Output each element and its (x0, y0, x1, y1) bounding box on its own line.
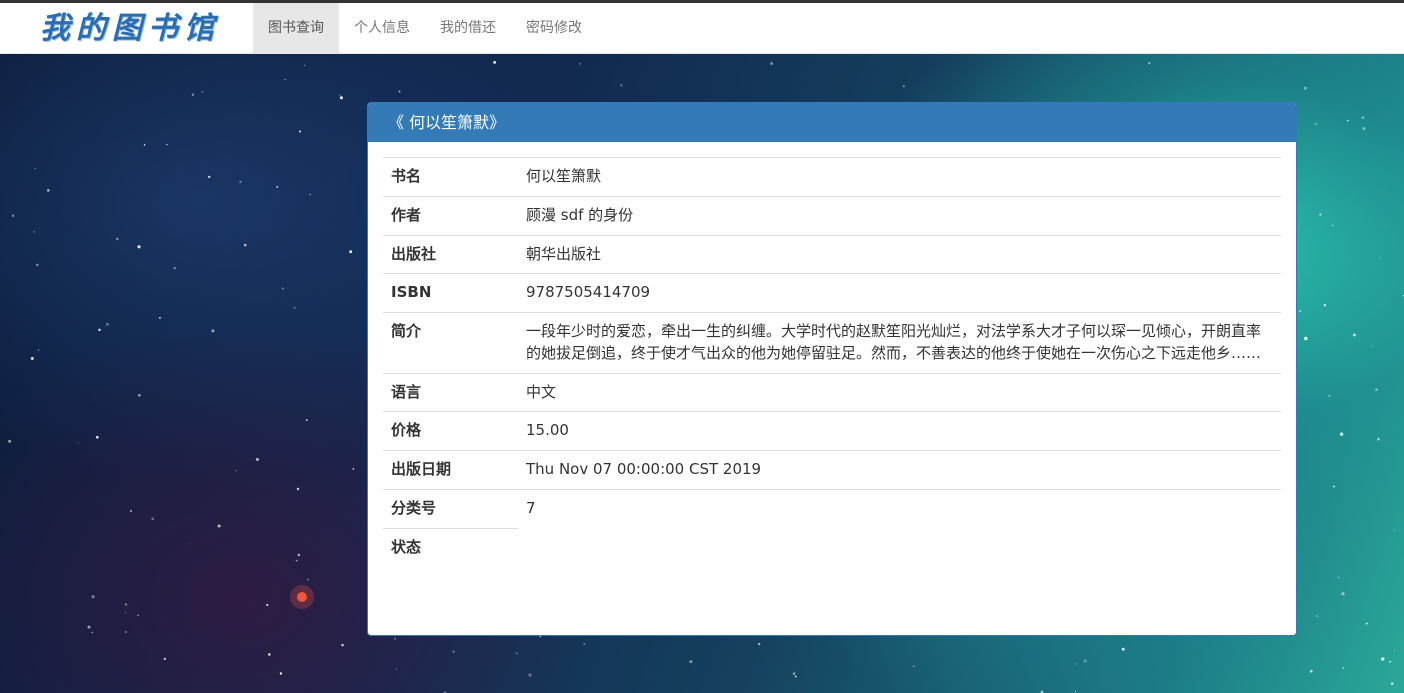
panel-title: 《 何以笙箫默》 (368, 103, 1296, 142)
table-row: 出版社 朝华出版社 (383, 234, 1281, 274)
table-row: 价格 15.00 (383, 411, 1281, 451)
row-label-summary: 简介 (383, 312, 518, 373)
nav-item-change-password[interactable]: 密码修改 (511, 3, 597, 54)
row-label-category: 分类号 (383, 488, 518, 528)
row-value-publisher: 朝华出版社 (518, 234, 1281, 274)
book-detail-table: 书名 何以笙箫默 作者 顾漫 sdf 的身份 出版社 朝华出版社 ISBN 97… (383, 157, 1281, 567)
brand-logo[interactable]: 我的图书馆 (40, 7, 220, 51)
book-detail-panel: 《 何以笙箫默》 书名 何以笙箫默 作者 顾漫 sdf 的身份 出版社 朝华出版… (367, 102, 1297, 636)
nav-menu: 图书查询 个人信息 我的借还 密码修改 (253, 3, 597, 54)
table-row: 作者 顾漫 sdf 的身份 (383, 195, 1281, 235)
row-label-title: 书名 (383, 157, 518, 197)
table-row: 简介 一段年少时的爱恋，牵出一生的纠缠。大学时代的赵默笙阳光灿烂，对法学系大才子… (383, 312, 1281, 373)
row-value-author: 顾漫 sdf 的身份 (518, 195, 1281, 235)
nav-item-personal-info[interactable]: 个人信息 (339, 3, 425, 54)
row-value-status (518, 528, 1281, 566)
row-value-title: 何以笙箫默 (518, 157, 1281, 197)
table-row: 出版日期 Thu Nov 07 00:00:00 CST 2019 (383, 450, 1281, 490)
row-label-publisher: 出版社 (383, 234, 518, 274)
row-label-isbn: ISBN (383, 273, 518, 313)
row-value-category: 7 (518, 488, 1281, 528)
panel-body: 书名 何以笙箫默 作者 顾漫 sdf 的身份 出版社 朝华出版社 ISBN 97… (368, 142, 1296, 581)
nav-item-my-borrowing[interactable]: 我的借还 (425, 3, 511, 54)
row-label-price: 价格 (383, 411, 518, 451)
table-row: 语言 中文 (383, 372, 1281, 412)
row-label-language: 语言 (383, 372, 518, 412)
row-value-price: 15.00 (518, 411, 1281, 451)
row-value-isbn: 9787505414709 (518, 273, 1281, 313)
row-value-language: 中文 (518, 372, 1281, 412)
table-row: 状态 (383, 527, 1281, 567)
row-label-author: 作者 (383, 195, 518, 235)
nav-item-book-search[interactable]: 图书查询 (253, 3, 339, 54)
navbar: 我的图书馆 图书查询 个人信息 我的借还 密码修改 (0, 3, 1404, 54)
row-label-pub-date: 出版日期 (383, 450, 518, 490)
row-value-pub-date: Thu Nov 07 00:00:00 CST 2019 (518, 450, 1281, 490)
row-value-summary: 一段年少时的爱恋，牵出一生的纠缠。大学时代的赵默笙阳光灿烂，对法学系大才子何以琛… (518, 312, 1281, 373)
table-row: 分类号 7 (383, 488, 1281, 528)
table-row: ISBN 9787505414709 (383, 273, 1281, 313)
table-row: 书名 何以笙箫默 (383, 157, 1281, 197)
row-label-status: 状态 (383, 527, 518, 567)
